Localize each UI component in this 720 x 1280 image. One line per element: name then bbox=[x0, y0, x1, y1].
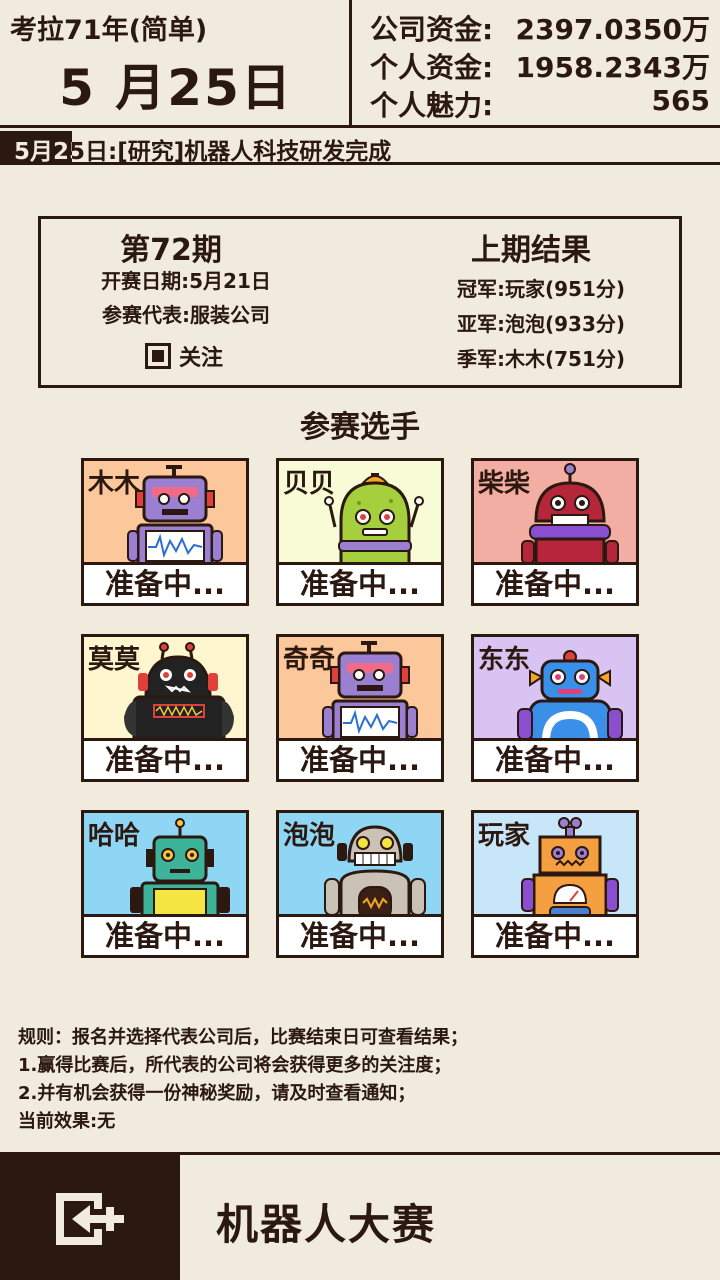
result-third: 季军:木木(751分) bbox=[456, 347, 626, 371]
player-name: 木木 bbox=[88, 469, 141, 499]
follow-label: 关注 bbox=[179, 346, 224, 371]
personal-charm-value: 565 bbox=[651, 84, 710, 117]
robot-portrait: 莫莫 bbox=[84, 637, 246, 741]
robot-portrait: 泡泡 bbox=[279, 813, 441, 917]
personal-charm: 个人魅力: 565 bbox=[370, 84, 710, 122]
player-card[interactable]: 东东准备中... bbox=[471, 634, 639, 782]
current-date: 5 月25日 bbox=[59, 59, 293, 117]
player-status: 准备中... bbox=[474, 917, 636, 955]
last-results-title: 上期结果 bbox=[471, 233, 591, 268]
player-status: 准备中... bbox=[474, 741, 636, 779]
follow-toggle[interactable]: 关注 bbox=[145, 339, 223, 373]
screen-title: 机器人大赛 bbox=[216, 1200, 437, 1249]
contest-info-box: 第72期 开赛日期:5月21日 参赛代表:服装公司 关注 上期结果 冠军:玩家(… bbox=[38, 216, 682, 388]
personal-funds-label: 个人资金: bbox=[370, 51, 494, 84]
exit-button[interactable] bbox=[0, 1155, 180, 1280]
checkbox-icon[interactable] bbox=[145, 343, 171, 369]
player-status: 准备中... bbox=[84, 917, 246, 955]
player-name: 柴柴 bbox=[478, 469, 531, 499]
robot-portrait: 奇奇 bbox=[279, 637, 441, 741]
player-name: 泡泡 bbox=[283, 821, 336, 851]
player-card[interactable]: 泡泡准备中... bbox=[276, 810, 444, 958]
player-card[interactable]: 玩家准备中... bbox=[471, 810, 639, 958]
period-title: 第72期 bbox=[120, 233, 222, 268]
open-date: 开赛日期:5月21日 bbox=[101, 269, 271, 293]
robot-portrait: 东东 bbox=[474, 637, 636, 741]
company-funds: 公司资金: 2397.0350万 bbox=[370, 8, 710, 46]
rules-text: 规则：报名并选择代表公司后，比赛结束日可查看结果； 1.赢得比赛后，所代表的公司… bbox=[18, 1024, 708, 1136]
company-funds-label: 公司资金: bbox=[370, 13, 494, 46]
header-panel: 考拉71年(简单) 5 月25日 公司资金: 2397.0350万 个人资金: … bbox=[0, 0, 720, 128]
company-funds-value: 2397.0350万 bbox=[515, 13, 711, 46]
players-title: 参赛选手 bbox=[300, 410, 420, 445]
player-status: 准备中... bbox=[84, 741, 246, 779]
date-panel: 考拉71年(简单) 5 月25日 bbox=[0, 0, 352, 128]
player-status: 准备中... bbox=[279, 565, 441, 603]
personal-funds: 个人资金: 1958.2343万 bbox=[370, 46, 710, 84]
player-name: 贝贝 bbox=[283, 469, 336, 499]
player-card[interactable]: 木木准备中... bbox=[81, 458, 249, 606]
representative: 参赛代表:服装公司 bbox=[102, 303, 270, 327]
player-card[interactable]: 奇奇准备中... bbox=[276, 634, 444, 782]
rule-line: 规则：报名并选择代表公司后，比赛结束日可查看结果； bbox=[18, 1027, 468, 1048]
result-runner-up: 亚军:泡泡(933分) bbox=[456, 312, 626, 336]
player-status: 准备中... bbox=[279, 917, 441, 955]
rule-line: 1.赢得比赛后，所代表的公司将会获得更多的关注度； bbox=[18, 1055, 452, 1076]
robot-portrait: 哈哈 bbox=[84, 813, 246, 917]
player-name: 莫莫 bbox=[88, 645, 141, 675]
player-name: 东东 bbox=[478, 645, 531, 675]
player-status: 准备中... bbox=[474, 565, 636, 603]
ticker-text-highlight: 5月25日:[研究]机器人科技研发完成 bbox=[14, 139, 72, 165]
personal-funds-value: 1958.2343万 bbox=[515, 51, 711, 84]
personal-charm-label: 个人魅力: bbox=[370, 89, 494, 122]
bottom-bar: 机器人大赛 bbox=[0, 1152, 720, 1280]
player-card[interactable]: 柴柴准备中... bbox=[471, 458, 639, 606]
player-status: 准备中... bbox=[279, 741, 441, 779]
player-name: 玩家 bbox=[478, 821, 531, 851]
result-champion: 冠军:玩家(951分) bbox=[456, 277, 626, 301]
player-status: 准备中... bbox=[84, 565, 246, 603]
player-name: 哈哈 bbox=[88, 821, 141, 851]
era-label: 考拉71年(简单) bbox=[10, 15, 208, 46]
robot-portrait: 贝贝 bbox=[279, 461, 441, 565]
player-name: 奇奇 bbox=[283, 645, 336, 675]
news-ticker[interactable]: 5月25日:[研究]机器人科技研发完成 5月25日:[研究]机器人科技研发完成 bbox=[0, 131, 720, 165]
robot-portrait: 木木 bbox=[84, 461, 246, 565]
player-card[interactable]: 贝贝准备中... bbox=[276, 458, 444, 606]
rule-line: 2.并有机会获得一份神秘奖励，请及时查看通知； bbox=[18, 1083, 416, 1104]
robot-portrait: 柴柴 bbox=[474, 461, 636, 565]
exit-door-icon bbox=[56, 1193, 124, 1245]
player-card[interactable]: 哈哈准备中... bbox=[81, 810, 249, 958]
robot-portrait: 玩家 bbox=[474, 813, 636, 917]
player-card[interactable]: 莫莫准备中... bbox=[81, 634, 249, 782]
rule-line: 当前效果:无 bbox=[18, 1111, 116, 1132]
